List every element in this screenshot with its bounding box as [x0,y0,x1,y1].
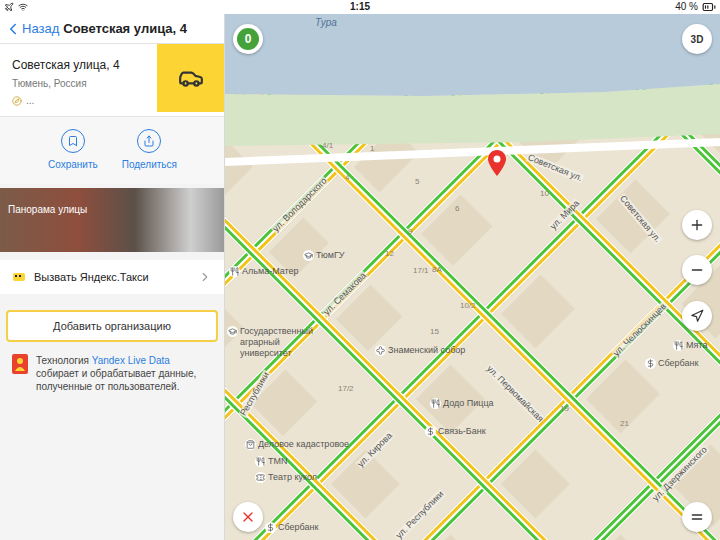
map[interactable]: Тураул. Володарскогоул. СемаковаСоветска… [225,14,720,540]
poi[interactable]: TMN [255,456,288,467]
house-number: 15 [430,328,439,336]
house-number: 21 [620,420,629,428]
poi[interactable]: Додо Пицца [430,398,494,409]
food-icon [256,457,265,466]
close-icon [240,509,256,525]
place-card: Советская улица, 4 Тюмень, Россия... [0,44,224,117]
clock: 1:15 [241,2,478,12]
zoom-in-button[interactable] [682,210,712,240]
place-city: Тюмень, Россия [12,76,145,91]
status-bar: 1:15 40 % [0,0,720,14]
zoom-out-button[interactable] [682,255,712,285]
church-icon [376,346,385,355]
shop-icon [246,440,255,449]
poi[interactable]: Альма-Матер [229,266,299,277]
header-title: Советская улица, 4 [63,19,187,39]
locate-button[interactable] [682,301,712,331]
taxi-row[interactable]: Вызвать Яндекс.Такси [0,260,224,294]
share-button[interactable]: Поделиться [122,129,177,172]
poi[interactable]: ТюмГУ [303,250,345,261]
location-pin-icon[interactable] [488,150,506,176]
minus-icon [689,262,705,278]
poi[interactable]: Сбербанк [265,522,318,533]
theatre-icon [256,473,265,482]
house-number: 4 [345,174,349,182]
panorama-label: Панорама улицы [8,204,87,215]
food-icon [431,399,440,408]
battery-level: 40 % [675,2,698,12]
battery-icon [702,0,716,14]
food-icon [674,341,683,350]
poi[interactable]: Государственный аграрный университет [227,326,327,359]
poi[interactable]: Мята [673,340,707,351]
poi[interactable]: Деловое кадастровое [245,439,349,450]
poi[interactable]: Театр кукол [255,472,317,483]
add-organization-button[interactable]: Добавить организацию [6,310,218,342]
road [225,14,720,540]
road [225,14,720,414]
menu-button[interactable] [682,502,712,532]
plus-icon [689,217,705,233]
route-button[interactable] [157,44,224,112]
save-icon [67,135,79,147]
actions-row: Сохранить Поделиться [0,117,224,184]
bank-icon [426,427,435,436]
house-number: 4/1 [322,142,333,150]
back-button[interactable]: Назад [4,19,59,39]
taxi-icon [12,270,26,284]
share-icon [143,135,155,147]
house-number: 5 [415,178,419,186]
car-icon [178,65,204,91]
traffic-score[interactable]: 0 [233,24,263,54]
menu-icon [689,509,705,525]
food-icon [230,267,239,276]
map-canvas[interactable] [225,14,720,540]
poi[interactable]: Знаменский собор [375,345,465,356]
house-number: 6 [455,205,459,213]
panorama[interactable]: Панорама улицы [0,188,224,252]
live-data-note: Технология Yandex Live Data собирает и о… [0,354,224,393]
live-data-icon [12,354,28,374]
house-number: 10 [540,190,549,198]
school-icon [228,327,237,336]
house-number: 17/2 [338,385,354,393]
save-button[interactable]: Сохранить [48,129,98,172]
header: НазадСоветская улица, 4 [0,14,224,44]
airplane-icon [4,2,14,12]
river-label: Тура [315,15,337,30]
house-number: 19 [560,405,569,413]
house-number: 8А [432,266,442,274]
house-number: 10/2 [460,302,476,310]
chevron-right-icon [198,270,212,284]
side-panel: НазадСоветская улица, 4Советская улица, … [0,14,225,540]
distance-icon [12,96,22,106]
house-number: 17/1 [413,267,429,275]
school-icon [304,251,313,260]
wifi-icon [18,2,28,12]
road [225,14,720,540]
navigation-icon [690,309,704,323]
chevron-left-icon [4,20,22,38]
place-name: Советская улица, 4 [12,56,145,74]
bank-icon [266,523,275,532]
house-number: 12 [385,250,394,258]
close-route-button[interactable] [233,502,263,532]
house-number: 9 [408,228,412,236]
house-number: 1 [370,145,374,153]
bank-icon [646,359,655,368]
view-3d-button[interactable]: 3D [682,24,712,54]
poi[interactable]: Сбербанк [645,358,698,369]
app: 1:1540 %НазадСоветская улица, 4Советская… [0,0,720,540]
poi[interactable]: Связь-Банк [425,426,486,437]
distance: ... [26,93,34,108]
